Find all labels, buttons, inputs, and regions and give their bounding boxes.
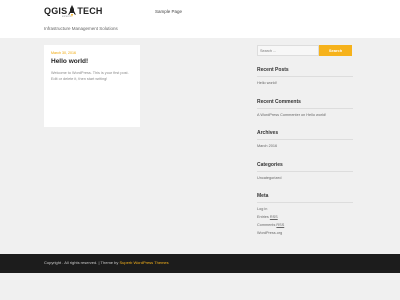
search-input[interactable]	[257, 45, 319, 56]
meta-link-label: Comments	[257, 223, 277, 227]
widget-divider	[257, 108, 353, 109]
logo-text-right: TECH	[77, 6, 103, 16]
rss-abbr: RSS	[276, 223, 285, 227]
category-link[interactable]: Uncategorized	[257, 176, 281, 180]
site-tagline: Infrastructure Management Solutions	[44, 26, 118, 31]
rss-abbr: RSS	[269, 215, 278, 219]
footer-copyright: Copyright . All rights reserved. | Theme…	[44, 260, 120, 265]
archive-link[interactable]: March 2016	[257, 144, 277, 148]
nav-item-sample-page[interactable]: Sample Page	[155, 9, 182, 14]
site-footer: Copyright . All rights reserved. | Theme…	[0, 254, 400, 273]
meta-link-label: Entries	[257, 215, 270, 219]
logo-text-left: QGIS	[44, 6, 68, 16]
recent-comment-link[interactable]: A WordPress Commenter on Hello world!	[257, 113, 326, 117]
post-excerpt: Welcome to WordPress. This is your first…	[51, 71, 129, 81]
site-logo[interactable]: QGIS TECH	[44, 5, 103, 17]
post-card: March 30, 2016 Hello world! Welcome to W…	[44, 45, 140, 127]
meta-link-comments-rss[interactable]: Comments RSS	[257, 223, 284, 227]
footer-theme-link[interactable]: Superb WordPress Themes	[119, 260, 168, 265]
widget-title-meta: Meta	[257, 193, 269, 199]
search-button[interactable]: Search	[319, 45, 352, 56]
footer-credits: Copyright . All rights reserved. | Theme…	[44, 260, 169, 265]
meta-link-wordpress-org[interactable]: WordPress.org	[257, 231, 282, 235]
post-date[interactable]: March 30, 2016	[51, 51, 76, 55]
widget-divider	[257, 76, 353, 77]
post-title[interactable]: Hello world!	[51, 58, 88, 65]
widget-divider	[257, 202, 353, 203]
meta-link-entries-rss[interactable]: Entries RSS	[257, 215, 278, 219]
meta-link-label: WordPress.org	[257, 231, 283, 235]
widget-title-recent-comments: Recent Comments	[257, 99, 301, 105]
meta-link-login[interactable]: Log in	[257, 207, 267, 211]
widget-divider	[257, 139, 353, 140]
widget-title-categories: Categories	[257, 162, 283, 168]
widget-divider	[257, 171, 353, 172]
main-content: March 30, 2016 Hello world! Welcome to W…	[0, 38, 400, 254]
logo-subtext: EXPERTS	[62, 16, 72, 18]
recent-post-link[interactable]: Hello world!	[257, 81, 277, 85]
meta-link-label: Log in	[257, 207, 268, 211]
widget-title-recent-posts: Recent Posts	[257, 67, 289, 73]
widget-title-archives: Archives	[257, 130, 279, 136]
site-header: QGIS TECH EXPERTS Infrastructure Managem…	[0, 0, 400, 38]
